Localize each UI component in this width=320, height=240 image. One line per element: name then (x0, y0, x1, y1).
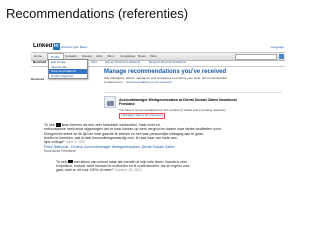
recommendation-date: October 15, 2010 (114, 168, 142, 173)
divider (104, 92, 282, 93)
recommendation-item: "Ik heb met alleen van schoot maar als v… (56, 160, 282, 173)
menu-item-profile-organizer[interactable]: Profile Organizer (49, 74, 87, 79)
profile-dropdown-menu: Edit Profile View Profile Recommendation… (48, 59, 88, 80)
logo-text: Linked (33, 43, 53, 49)
account-link[interactable]: Account type: Basic (61, 45, 87, 50)
quote-text: doelen te bereiken, wat ik heel bewonder… (44, 135, 178, 140)
subtab-request[interactable]: Request Recommendations (149, 61, 186, 65)
nav-groups[interactable]: Groups (82, 54, 92, 59)
briefcase-icon (104, 96, 116, 108)
recommendation-quote: "Ik heb leren kennen als een zeer betrok… (44, 123, 282, 144)
nav-jobs[interactable]: Jobs (96, 54, 102, 59)
page-heading: Manage recommendations you've received (104, 69, 227, 75)
quote-text: fijne collega!" (44, 140, 65, 145)
nav-inbox[interactable]: Inbox (107, 54, 114, 59)
nav-news[interactable]: News (138, 54, 146, 59)
subtab-ask[interactable]: Ask for Recommendations (105, 61, 140, 65)
nav-home[interactable]: Home (34, 54, 42, 59)
recommendation-status: You have 2 recommendations for this posi… (119, 107, 226, 112)
recommendation-quote: "Ik heb met alleen van schoot maar als v… (56, 160, 282, 173)
manage-links[interactable]: [ Manage | Ask to be endorsed ] (119, 113, 166, 119)
recommendation-list: "Ik heb leren kennen als een zeer betrok… (44, 123, 282, 178)
subtab-sent[interactable]: Sent (91, 61, 97, 65)
position-title: Accountmanager Werkgeverszaken at Dienst… (119, 98, 237, 102)
nav-contacts[interactable]: Contacts (65, 54, 77, 59)
search-icon[interactable] (279, 54, 284, 59)
language-link[interactable]: Language (271, 45, 284, 50)
recommendation-date: June 1, 2011 (65, 140, 86, 145)
received-label: Received (31, 77, 45, 81)
nav-more[interactable]: More (150, 54, 157, 59)
intro-link[interactable]: recommendations you've received (126, 80, 171, 85)
subtab-received[interactable]: Received (33, 61, 46, 65)
nav-companies[interactable]: Companies (120, 54, 135, 59)
recommendation-item: "Ik heb leren kennen als een zeer betrok… (44, 123, 282, 154)
quote-text: gaat, doet ze dit voor 100% of meer!" (56, 168, 114, 173)
linkedin-logo[interactable]: Linked in (33, 43, 60, 50)
logo-in-badge: in (52, 43, 60, 50)
linkedin-screenshot: Linked in Account type: Basic Language Ho… (31, 43, 285, 234)
slide-title: Recommendations (referenties) (6, 6, 189, 21)
intro-text-2: to stand out in (104, 79, 123, 84)
position-location: Friesland (119, 102, 135, 106)
recommender-role: Noordoost Friesland (44, 149, 76, 154)
